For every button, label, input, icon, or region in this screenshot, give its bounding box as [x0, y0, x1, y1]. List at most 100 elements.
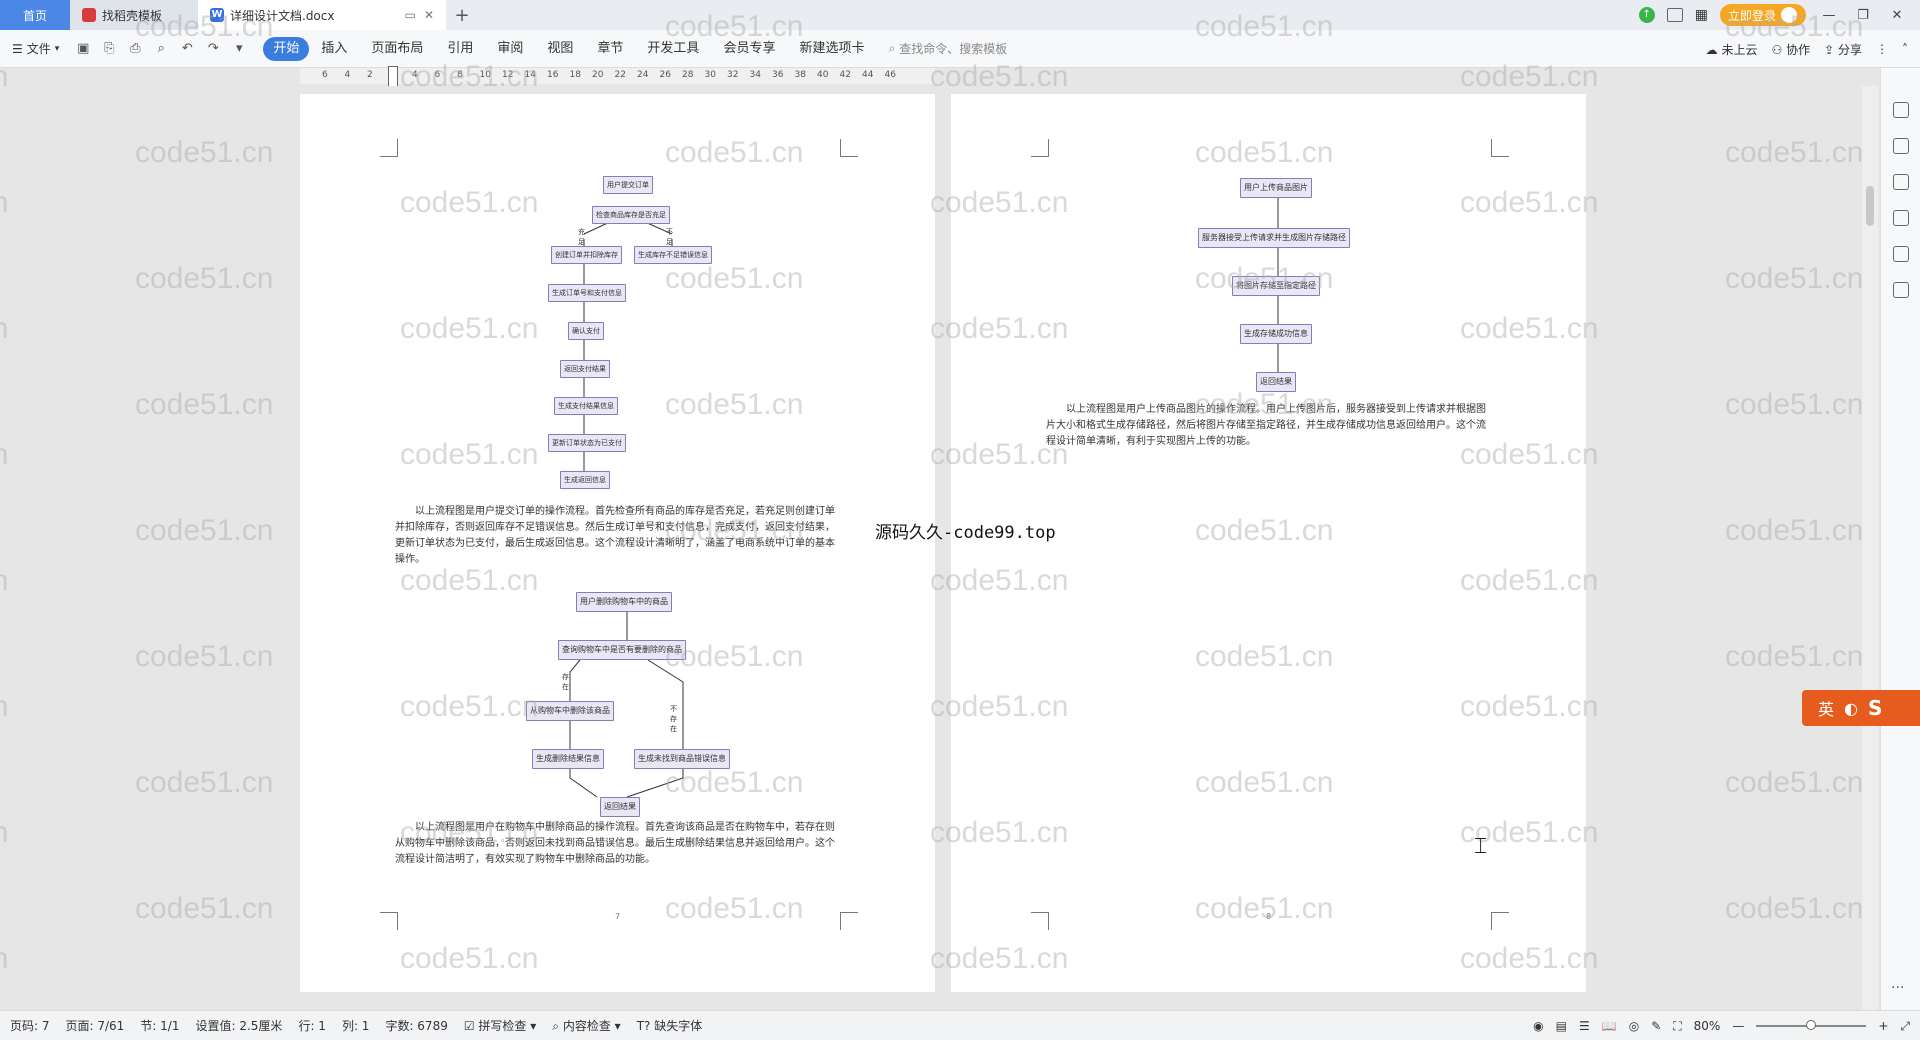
upload-icon[interactable]: ↑	[1638, 7, 1655, 23]
status-row[interactable]: 行: 1	[298, 1017, 326, 1034]
vertical-scrollbar[interactable]	[1862, 86, 1878, 1010]
apps-grid-icon[interactable]: ▦	[1695, 7, 1708, 23]
save-icon[interactable]: ▣	[75, 41, 91, 56]
location-icon[interactable]	[1893, 246, 1909, 262]
tab-developer[interactable]: 开发工具	[635, 37, 711, 61]
zoom-level[interactable]: 80%	[1694, 1019, 1721, 1033]
ruler-tick-label: 14	[524, 70, 536, 80]
tab-insert[interactable]: 插入	[309, 37, 359, 61]
tab-start[interactable]: 开始	[263, 36, 310, 61]
content-check-button[interactable]: ⌕ 内容检查 ▾	[552, 1017, 620, 1034]
ruler-tick-label: 16	[547, 70, 559, 80]
tab-review[interactable]: 审阅	[485, 37, 535, 61]
zoom-slider[interactable]	[1756, 1020, 1867, 1030]
text-cursor-icon: ⌶	[1474, 834, 1488, 859]
share-button[interactable]: ⇪ 分享	[1824, 41, 1862, 58]
read-view-icon[interactable]: 📖	[1602, 1019, 1617, 1033]
search-placeholder: 查找命令、搜索模板	[899, 42, 1008, 56]
pointer-icon[interactable]	[1893, 138, 1909, 154]
ime-indicator[interactable]: 英 ◐ S	[1802, 690, 1920, 726]
login-button[interactable]: 立即登录	[1719, 4, 1806, 26]
spell-check-label: 拼写检查	[478, 1019, 527, 1033]
cloud-button[interactable]: ☁ 未上云	[1706, 41, 1758, 58]
status-col[interactable]: 列: 1	[342, 1017, 370, 1034]
file-menu[interactable]: ☰ 文件 ▾	[12, 40, 59, 57]
status-pages[interactable]: 页面: 7/61	[66, 1017, 125, 1034]
fit-page-icon[interactable]: ⛶	[1673, 1019, 1681, 1034]
adjust-icon[interactable]	[1893, 174, 1909, 190]
zoom-out-icon[interactable]: —	[1732, 1019, 1744, 1033]
undo-icon[interactable]: ↶	[179, 41, 195, 56]
web-view-icon[interactable]: ◎	[1629, 1019, 1639, 1033]
scroll-thumb[interactable]	[1866, 186, 1874, 226]
new-tab-button[interactable]: +	[446, 0, 478, 30]
page-view-icon[interactable]: ▤	[1556, 1019, 1567, 1033]
fc3-node-server-accept: 服务器接受上传请求并生成图片存储路径	[1198, 228, 1350, 248]
tab-layout[interactable]: 页面布局	[359, 37, 435, 61]
image-icon[interactable]	[1893, 210, 1909, 226]
ruler-tick-label: 6	[322, 70, 328, 80]
crop-mark	[840, 912, 858, 930]
spell-check-toggle[interactable]: ☑ 拼写检查 ▾	[464, 1017, 536, 1034]
ruler-tick-label: 4	[344, 70, 351, 80]
sogou-logo-icon: S	[1867, 696, 1883, 720]
ruler-tick-label: 42	[839, 70, 851, 80]
overlay-watermark-text: 源码久久-code99.top	[875, 523, 1056, 543]
write-view-icon[interactable]: ✎	[1651, 1019, 1661, 1033]
status-words[interactable]: 字数: 6789	[385, 1017, 447, 1034]
tab-home[interactable]: 首页	[0, 0, 70, 30]
right-sidebar: ···	[1880, 68, 1920, 1010]
layout-icon[interactable]	[1666, 8, 1683, 22]
collapse-ribbon-icon[interactable]: ˄	[1902, 42, 1908, 56]
restore-icon[interactable]: ❐	[1852, 8, 1874, 23]
export-icon[interactable]: ⎘	[101, 41, 117, 56]
more-quick-icon[interactable]: ▾	[231, 41, 247, 56]
paragraph-image-upload[interactable]: 以上流程图是用户上传商品图片的操作流程。用户上传图片后，服务器接受到上传请求并根…	[1046, 402, 1492, 450]
status-page-code[interactable]: 页码: 7	[10, 1017, 50, 1034]
missing-font-label: 缺失字体	[654, 1019, 703, 1033]
outline-view-icon[interactable]: ☰	[1579, 1019, 1590, 1033]
ime-label: 英	[1818, 700, 1835, 719]
command-search[interactable]: ⌕ 查找命令、搜索模板	[888, 40, 1007, 57]
tab-template[interactable]: 找稻壳模板	[70, 0, 198, 30]
tab-chapter[interactable]: 章节	[585, 37, 635, 61]
tab-view[interactable]: 视图	[535, 37, 585, 61]
indent-marker[interactable]	[388, 66, 398, 88]
tab-document[interactable]: W 详细设计文档.docx ▭ ✕	[198, 0, 446, 30]
zoom-slider-knob[interactable]	[1806, 1020, 1817, 1030]
tab-new[interactable]: 新建选项卡	[787, 37, 876, 61]
document-area: 用户提交订单 检查商品库存是否充足 充足 不足 创建订单并扣除库存 生成库存不足…	[0, 86, 1860, 1010]
tab-references[interactable]: 引用	[435, 37, 485, 61]
ruler-tick-label: 38	[794, 70, 806, 80]
status-section[interactable]: 节: 1/1	[140, 1017, 179, 1034]
more-dots-icon[interactable]: ···	[1891, 980, 1904, 996]
fullscreen-icon[interactable]: ⤢	[1900, 1019, 1910, 1034]
ime-moon-icon: ◐	[1844, 698, 1858, 718]
status-setting[interactable]: 设置值: 2.5厘米	[195, 1017, 282, 1034]
close-tab-icon[interactable]: ✕	[424, 8, 434, 22]
ruler-tick-label: 30	[704, 70, 716, 80]
ruler-tick-label: 8	[457, 70, 463, 80]
minimize-icon[interactable]: —	[1818, 8, 1840, 23]
preview-icon[interactable]: ⌕	[153, 41, 169, 56]
collab-button[interactable]: ⚇ 协作	[1772, 41, 1811, 58]
close-window-icon[interactable]: ✕	[1886, 8, 1908, 23]
pin-icon[interactable]: ▭	[405, 8, 416, 22]
eye-protect-icon[interactable]: ◉	[1533, 1019, 1543, 1033]
fc2-label-not-exist: 不存在	[670, 705, 677, 733]
zoom-in-icon[interactable]: +	[1878, 1019, 1888, 1033]
paragraph-cart-delete[interactable]: 以上流程图是用户在购物车中删除商品的操作流程。首先查询该商品是否在购物车中，若存…	[395, 820, 841, 868]
book-icon[interactable]	[1893, 282, 1909, 298]
print-icon[interactable]: ⎙	[127, 41, 143, 56]
fc2-node-delete-request: 用户删除购物车中的商品	[576, 592, 672, 612]
page-8: 用户上传商品图片 服务器接受上传请求并生成图片存储路径 将图片存储至指定路径 生…	[951, 94, 1586, 992]
ruler-tick-label: 22	[614, 70, 626, 80]
fc2-label-exist: 存在	[562, 673, 569, 691]
tab-member[interactable]: 会员专享	[711, 37, 787, 61]
tab-document-label: 详细设计文档.docx	[230, 8, 335, 23]
pen-icon[interactable]	[1893, 102, 1909, 118]
more-icon[interactable]: ⋮	[1876, 42, 1888, 56]
redo-icon[interactable]: ↷	[205, 41, 221, 56]
ruler-tick-label: 46	[884, 70, 896, 80]
missing-font-button[interactable]: T? 缺失字体	[637, 1017, 703, 1034]
